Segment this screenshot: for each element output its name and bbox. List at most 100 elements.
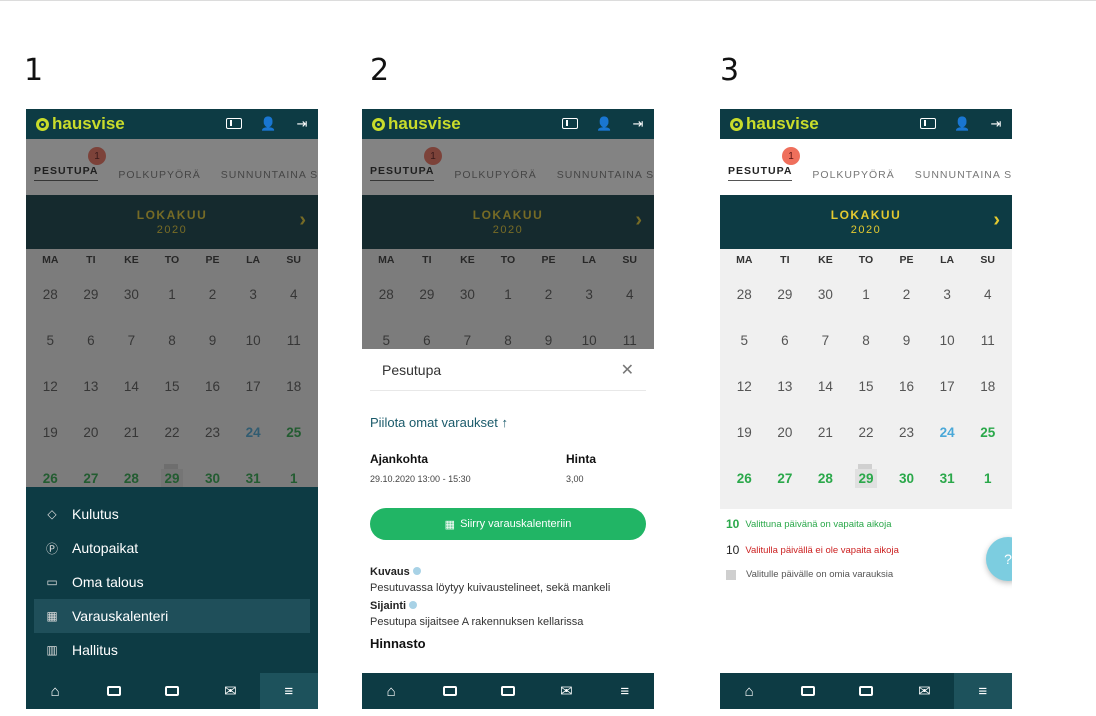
calendar-day[interactable]: 5 [724, 333, 765, 348]
calendar-icon: ▦ [46, 609, 58, 623]
phone-menu-open: hausvise 👤 ⇥ 1 PESUTUPA POLKUPYÖRÄ SUNNU… [26, 109, 318, 709]
calendar-day[interactable]: 1 [846, 287, 887, 302]
tab-sunnuntaina-sauna[interactable]: SUNNUNTAINA SAUNA [915, 169, 1012, 181]
nav-menu[interactable]: ≡ [596, 673, 654, 709]
calendar-day[interactable]: 28 [724, 287, 765, 302]
calendar-day[interactable]: 24 [927, 425, 968, 440]
calendar-day[interactable]: 14 [805, 379, 846, 394]
calendar-day[interactable]: 17 [927, 379, 968, 394]
nav-home[interactable]: ⌂ [26, 673, 84, 709]
calendar-day[interactable]: 31 [927, 471, 968, 486]
nav-menu[interactable]: ≡ [259, 673, 318, 709]
dim-overlay[interactable] [362, 139, 654, 349]
logo[interactable]: hausvise [372, 114, 461, 134]
calendar-day[interactable]: 9 [886, 333, 927, 348]
calendar-week-row: 19202122232425 [724, 409, 1008, 455]
menu-item-kulutus[interactable]: ◇ Kulutus [34, 497, 310, 531]
go-to-calendar-button[interactable]: ▦ Siirry varauskalenteriin [370, 508, 646, 540]
logout-icon[interactable]: ⇥ [294, 116, 310, 132]
legend: 10 Valittuna päivänä on vapaita aikoja 10… [720, 509, 1012, 600]
weekday-label: SU [980, 254, 995, 266]
calendar-week-row: 12131415161718 [724, 363, 1008, 409]
tab-pesutupa[interactable]: PESUTUPA [728, 165, 793, 181]
menu-item-hallitus[interactable]: ▥ Hallitus [34, 633, 310, 667]
nav-list[interactable] [778, 673, 836, 709]
calendar-day[interactable]: 30 [805, 287, 846, 302]
calendar-day[interactable]: 21 [805, 425, 846, 440]
nav-menu[interactable]: ≡ [953, 673, 1012, 709]
close-icon[interactable]: ✕ [621, 360, 634, 380]
nav-contacts[interactable] [143, 673, 201, 709]
bank-icon: ▥ [46, 643, 58, 657]
menu-item-varauskalenteri[interactable]: ▦ Varauskalenteri [34, 599, 310, 633]
own-booking-icon [726, 569, 736, 580]
menu-item-autopaikat[interactable]: Ⓟ Autopaikat [34, 531, 310, 565]
calendar-day[interactable]: 15 [846, 379, 887, 394]
info-icon[interactable] [920, 117, 936, 132]
nav-home[interactable]: ⌂ [720, 673, 778, 709]
calendar-day[interactable]: 2 [886, 287, 927, 302]
calendar-day[interactable]: 13 [765, 379, 806, 394]
drop-icon: ◇ [47, 507, 57, 521]
calendar-day[interactable]: 12 [724, 379, 765, 394]
calendar-day[interactable]: 1 [967, 471, 1008, 486]
calendar-day[interactable]: 30 [886, 471, 927, 486]
hide-own-bookings-link[interactable]: Piilota omat varaukset ↑ [370, 415, 646, 430]
logout-icon[interactable]: ⇥ [988, 116, 1004, 132]
calendar-day[interactable]: 20 [765, 425, 806, 440]
logo[interactable]: hausvise [36, 114, 125, 134]
location-dot-icon[interactable] [409, 601, 418, 609]
calendar-day[interactable]: 29 [846, 463, 887, 488]
list-icon [442, 686, 457, 696]
info-dot-icon[interactable] [412, 567, 421, 575]
menu-item-oma-talous[interactable]: ▭ Oma talous [34, 565, 310, 599]
home-icon: ⌂ [386, 682, 396, 700]
calendar-day[interactable]: 6 [765, 333, 806, 348]
calendar-day[interactable]: 19 [724, 425, 765, 440]
weekday-label: TO [858, 254, 874, 266]
id-card-icon [858, 686, 873, 696]
app-header: hausvise 👤 ⇥ [26, 109, 318, 139]
calendar-day[interactable]: 3 [927, 287, 968, 302]
nav-mail[interactable]: ✉ [895, 673, 953, 709]
nav-mail[interactable]: ✉ [201, 673, 259, 709]
calendar-day[interactable]: 8 [846, 333, 887, 348]
calendar-day[interactable]: 7 [805, 333, 846, 348]
calendar-day[interactable]: 28 [805, 471, 846, 486]
nav-contacts[interactable] [479, 673, 537, 709]
calendar-day[interactable]: 22 [846, 425, 887, 440]
weekday-label: MA [736, 254, 753, 266]
calendar-day[interactable]: 27 [765, 471, 806, 486]
info-icon[interactable] [226, 117, 242, 132]
info-icon[interactable] [562, 117, 578, 132]
calendar-day[interactable]: 26 [724, 471, 765, 486]
menu-icon: ≡ [978, 682, 988, 700]
nav-home[interactable]: ⌂ [362, 673, 420, 709]
logout-icon[interactable]: ⇥ [630, 116, 646, 132]
chevron-right-icon[interactable]: › [993, 209, 1000, 232]
tab-polkupyora[interactable]: POLKUPYÖRÄ [812, 169, 894, 181]
calendar-day[interactable]: 11 [967, 333, 1008, 348]
nav-list[interactable] [84, 673, 142, 709]
weekday-label: LA [940, 254, 955, 266]
calendar-day[interactable]: 29 [765, 287, 806, 302]
weekday-row: MA TI KE TO PE LA SU [724, 249, 1008, 271]
bottom-nav: ⌂ ✉ ≡ [26, 673, 318, 709]
legend-free-text: Valittuna päivänä on vapaita aikoja [745, 518, 892, 530]
calendar-day[interactable]: 16 [886, 379, 927, 394]
dim-overlay[interactable] [26, 139, 318, 519]
calendar-day[interactable]: 25 [967, 425, 1008, 440]
user-icon[interactable]: 👤 [260, 116, 276, 132]
calendar-day[interactable]: 10 [927, 333, 968, 348]
logo[interactable]: hausvise [730, 114, 819, 134]
nav-contacts[interactable] [837, 673, 895, 709]
user-icon[interactable]: 👤 [596, 116, 612, 132]
user-icon[interactable]: 👤 [954, 116, 970, 132]
calendar-day[interactable]: 4 [967, 287, 1008, 302]
legend-own-text: Valitulle päivälle on omia varauksia [746, 569, 894, 580]
nav-list[interactable] [420, 673, 478, 709]
logo-icon [730, 117, 743, 131]
calendar-day[interactable]: 18 [967, 379, 1008, 394]
calendar-day[interactable]: 23 [886, 425, 927, 440]
nav-mail[interactable]: ✉ [537, 673, 595, 709]
